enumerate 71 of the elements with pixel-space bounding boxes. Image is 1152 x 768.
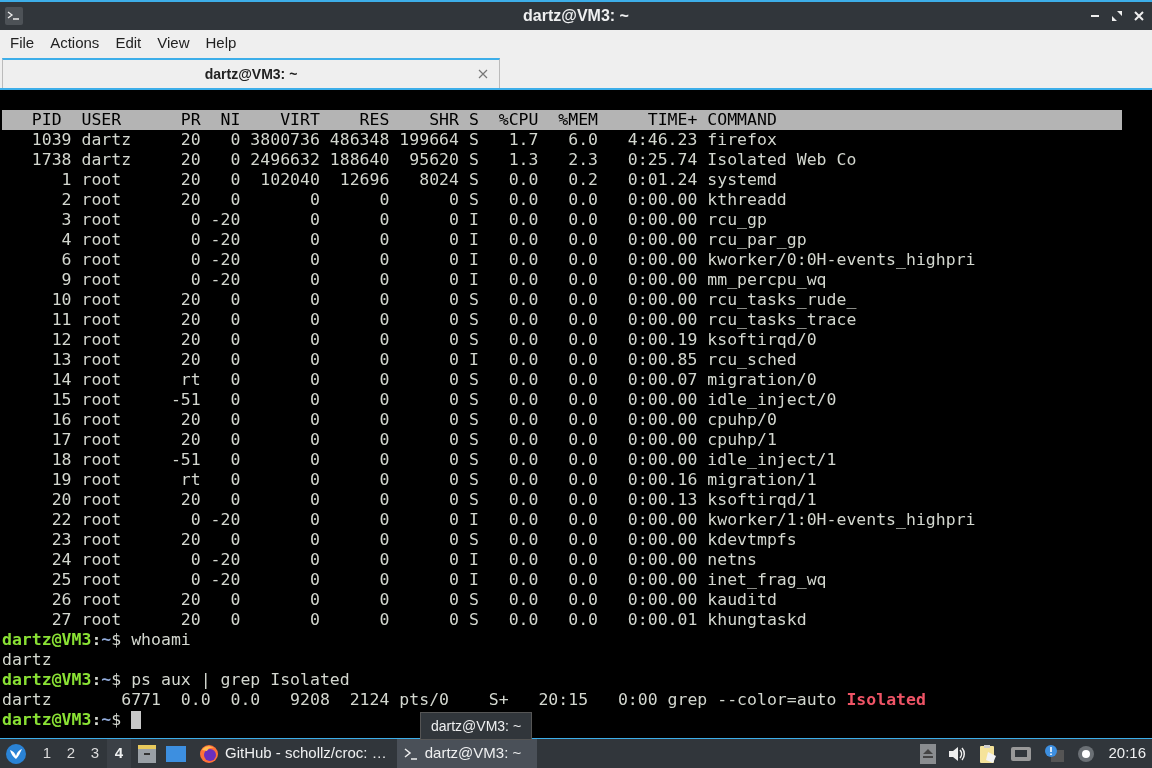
eject-icon[interactable] <box>920 743 937 764</box>
process-row-text: 27 root 20 0 0 0 0 S 0.0 0.0 0:00.01 khungtaskd <box>50 610 807 629</box>
process-row-text: 22 root 0 -20 0 0 0 I 0.0 0.0 0:00.00 kworker/1:0H-events_highpri <box>50 510 976 529</box>
prompt-sign: $ <box>111 630 122 650</box>
process-row-text: 15 root -51 0 0 0 0 S 0.0 0.0 0:00.00 idle_inject/0 <box>50 390 837 409</box>
clipboard-icon[interactable] <box>978 743 999 764</box>
process-row-text: 17 root 20 0 0 0 0 S 0.0 0.0 0:00.00 cpuhp/1 <box>50 430 777 449</box>
terminal-icon[interactable] <box>402 745 419 762</box>
workspace-button[interactable]: 3 <box>83 739 107 768</box>
process-row-text: 1039 dartz 20 0 3800736 486348 199664 S 1.7 6.0 4:46.23 firefox <box>30 130 777 149</box>
file-cabinet-icon[interactable] <box>137 743 157 764</box>
start-menu-icon[interactable] <box>5 742 27 765</box>
tooltip: dartz@VM3: ~ <box>420 712 533 740</box>
notification-icon[interactable] <box>1044 743 1065 764</box>
prompt-sign: $ <box>111 710 122 730</box>
terminal-icon <box>5 7 23 25</box>
command-text: ps aux | grep Isolated <box>131 670 350 690</box>
process-row-text: 12 root 20 0 0 0 0 S 0.0 0.0 0:00.19 ksoftirqd/0 <box>50 330 817 349</box>
desktop-icon[interactable] <box>165 744 187 763</box>
menu-item[interactable]: View <box>149 29 198 57</box>
process-row-text: 3 root 0 -20 0 0 0 I 0.0 0.0 0:00.00 rcu_gp <box>60 210 767 229</box>
process-row-text: 6 root 0 -20 0 0 0 I 0.0 0.0 0:00.00 kworker/0:0H-events_highpri <box>60 250 976 269</box>
prompt-user-host: dartz@VM3 <box>2 670 92 690</box>
workspace-button[interactable]: 2 <box>59 739 83 768</box>
command-text: whoami <box>131 630 191 650</box>
process-row-text: 24 root 0 -20 0 0 0 I 0.0 0.0 0:00.00 netns <box>50 550 757 569</box>
process-row-text: 11 root 20 0 0 0 0 S 0.0 0.0 0:00.00 rcu_tasks_trace <box>50 310 857 329</box>
prompt-path: ~ <box>101 670 112 690</box>
tab[interactable]: dartz@VM3: ~ <box>2 58 500 88</box>
process-row-text: 26 root 20 0 0 0 0 S 0.0 0.0 0:00.00 kauditd <box>50 590 777 609</box>
prompt-sign: $ <box>111 670 122 690</box>
menu-item[interactable]: Actions <box>42 29 108 57</box>
prompt-path: ~ <box>101 710 112 730</box>
process-row-text: 20 root 20 0 0 0 0 S 0.0 0.0 0:00.13 ksoftirqd/1 <box>50 490 817 509</box>
table-header: PID USER PR NI VIRT RES SHR S %CPU %MEM TIME+ COMMAND <box>2 110 1122 130</box>
output-text: dartz 6771 0.0 0.0 9208 2124 pts/0 S+ 20:15 0:00 grep --color=auto <box>2 690 838 710</box>
process-row-text: 1738 dartz 20 0 2496632 188640 95620 S 1.3 2.3 0:25.74 Isolated Web Co <box>30 150 857 169</box>
menu-item[interactable]: Edit <box>107 29 150 57</box>
network-icon[interactable] <box>1010 745 1033 762</box>
process-row-text: 1 root 20 0 102040 12696 8024 S 0.0 0.2 0:01.24 systemd <box>60 170 777 189</box>
process-row-text: 25 root 0 -20 0 0 0 I 0.0 0.0 0:00.00 inet_frag_wq <box>50 570 827 589</box>
prompt-separator: : <box>91 670 102 690</box>
taskbar-button[interactable]: GitHub - schollz/croc: … <box>195 739 391 768</box>
process-row-text: 18 root -51 0 0 0 0 S 0.0 0.0 0:00.00 idle_inject/1 <box>50 450 837 469</box>
process-row-text: 2 root 20 0 0 0 0 S 0.0 0.0 0:00.00 kthreadd <box>60 190 787 209</box>
prompt-user-host: dartz@VM3 <box>2 710 92 730</box>
prompt-separator: : <box>91 710 102 730</box>
window-title: dartz@VM3: ~ <box>523 6 629 26</box>
speaker-icon[interactable] <box>948 745 967 762</box>
settings-icon[interactable] <box>1076 743 1097 764</box>
process-row-text: 14 root rt 0 0 0 0 S 0.0 0.0 0:00.07 migration/0 <box>50 370 817 389</box>
process-row-text: 23 root 20 0 0 0 0 S 0.0 0.0 0:00.00 kdevtmpfs <box>50 530 797 549</box>
workspace-button[interactable]: 4 <box>107 739 131 768</box>
taskbar-button[interactable]: dartz@VM3: ~ <box>396 739 537 768</box>
maximize-icon[interactable] <box>1111 10 1123 22</box>
browser-icon[interactable] <box>199 743 219 764</box>
output-text: dartz <box>2 650 52 670</box>
prompt-path: ~ <box>101 630 112 650</box>
prompt-separator: : <box>91 630 102 650</box>
process-row-text: 16 root 20 0 0 0 0 S 0.0 0.0 0:00.00 cpuhp/0 <box>50 410 777 429</box>
menu-item[interactable]: Help <box>197 29 245 57</box>
menu-item[interactable]: File <box>2 29 43 57</box>
process-row-text: 4 root 0 -20 0 0 0 I 0.0 0.0 0:00.00 rcu_par_gp <box>60 230 807 249</box>
process-row-text: 10 root 20 0 0 0 0 S 0.0 0.0 0:00.00 rcu_tasks_rude_ <box>50 290 857 309</box>
process-row-text: 9 root 0 -20 0 0 0 I 0.0 0.0 0:00.00 mm_percpu_wq <box>60 270 827 289</box>
match-text: Isolated <box>846 690 926 710</box>
prompt-user-host: dartz@VM3 <box>2 630 92 650</box>
clock: 20:16 <box>1108 743 1146 764</box>
workspace-button[interactable]: 1 <box>35 739 59 768</box>
process-row-text: 13 root 20 0 0 0 0 I 0.0 0.0 0:00.85 rcu_sched <box>50 350 797 369</box>
process-row-text: 19 root rt 0 0 0 0 S 0.0 0.0 0:00.16 migration/1 <box>50 470 817 489</box>
